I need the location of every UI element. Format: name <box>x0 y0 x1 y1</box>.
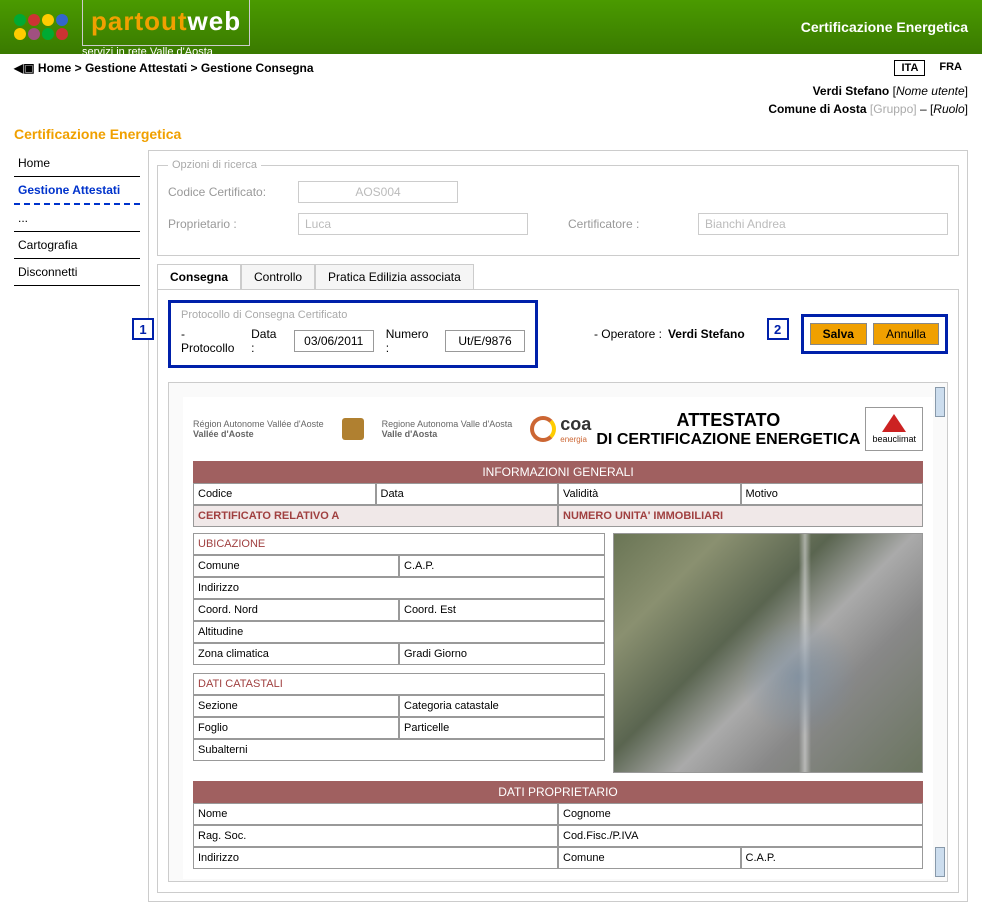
aerial-map-image <box>613 533 923 773</box>
group-line: Comune di Aosta [Gruppo] – [Ruolo] <box>0 100 982 118</box>
annotation-1: 1 <box>132 318 154 340</box>
sidebar-item-attestati[interactable]: Gestione Attestati <box>14 177 140 205</box>
tab-content: 1 Protocollo di Consegna Certificato - P… <box>157 290 959 893</box>
breadcrumb-home[interactable]: Home <box>38 61 71 75</box>
save-button[interactable]: Salva <box>810 323 867 345</box>
tab-pratica[interactable]: Pratica Edilizia associata <box>315 264 474 289</box>
logo-area: partoutweb servizi in rete Valle d'Aosta <box>14 0 250 58</box>
band-info: INFORMAZIONI GENERALI <box>193 461 923 483</box>
app-header: partoutweb servizi in rete Valle d'Aosta… <box>0 0 982 54</box>
page-subtitle: Certificazione Energetica <box>0 118 982 150</box>
codice-label: Codice Certificato: <box>168 185 278 199</box>
cell-numunita: NUMERO UNITA' IMMOBILIARI <box>558 505 923 527</box>
tabs: Consegna Controllo Pratica Edilizia asso… <box>157 264 959 290</box>
scroll-down-icon[interactable] <box>935 847 945 877</box>
cell-validita: Validità <box>558 483 741 505</box>
logo-dots <box>14 14 74 40</box>
cancel-button[interactable]: Annulla <box>873 323 939 345</box>
search-options: Opzioni di ricerca Codice Certificato: P… <box>157 159 959 256</box>
sidebar: Home Gestione Attestati ... Cartografia … <box>14 150 140 902</box>
breadcrumb: ◀▣ Home > Gestione Attestati > Gestione … <box>14 61 314 75</box>
breadcrumb-icon: ◀▣ <box>14 61 38 75</box>
header-title: Certificazione Energetica <box>801 19 968 35</box>
document-preview[interactable]: Région Autonome Vallée d'Aoste Vallée d'… <box>168 382 948 882</box>
beauclimat-logo: beauclimat <box>865 407 923 451</box>
language-switch: ITA FRA <box>894 60 968 76</box>
catastali-header: DATI CATASTALI <box>193 673 605 695</box>
data-input[interactable] <box>294 330 374 352</box>
user-line: Verdi Stefano [Nome utente] <box>0 82 982 100</box>
coat-of-arms-icon <box>342 418 364 440</box>
cell-codice: Codice <box>193 483 376 505</box>
button-area: Salva Annulla <box>801 314 948 354</box>
proprietario-label: Proprietario : <box>168 217 278 231</box>
cell-data: Data <box>376 483 559 505</box>
cell-relativo: CERTIFICATO RELATIVO A <box>193 505 558 527</box>
sidebar-item-home[interactable]: Home <box>14 150 140 177</box>
breadcrumb-l1[interactable]: Gestione Attestati <box>85 61 187 75</box>
main-panel: Opzioni di ricerca Codice Certificato: P… <box>148 150 968 902</box>
lang-ita[interactable]: ITA <box>894 60 925 76</box>
sidebar-item-more[interactable]: ... <box>14 205 140 232</box>
scroll-up-icon[interactable] <box>935 387 945 417</box>
sidebar-item-disconnetti[interactable]: Disconnetti <box>14 259 140 286</box>
breadcrumb-l2: Gestione Consegna <box>201 61 314 75</box>
protocol-legend: Protocollo di Consegna Certificato <box>181 309 525 321</box>
coa-logo: coaenergia <box>530 414 591 444</box>
lang-fra[interactable]: FRA <box>933 60 968 76</box>
tab-consegna[interactable]: Consegna <box>157 264 241 289</box>
cell-motivo: Motivo <box>741 483 924 505</box>
ubicazione-header: UBICAZIONE <box>193 533 605 555</box>
band-proprietario: DATI PROPRIETARIO <box>193 781 923 803</box>
certificatore-input[interactable] <box>698 213 948 235</box>
numero-label: Numero : <box>386 327 433 355</box>
protocol-box: Protocollo di Consegna Certificato - Pro… <box>168 300 538 368</box>
doc-header: Région Autonome Vallée d'Aoste Vallée d'… <box>193 407 923 451</box>
operatore-area: - Operatore : Verdi Stefano <box>594 327 745 341</box>
numero-input[interactable] <box>445 330 525 352</box>
certificatore-label: Certificatore : <box>568 217 678 231</box>
protocollo-label: - Protocollo <box>181 327 239 355</box>
data-label: Data : <box>251 327 282 355</box>
codice-input[interactable] <box>298 181 458 203</box>
annotation-2: 2 <box>767 318 789 340</box>
sidebar-item-cartografia[interactable]: Cartografia <box>14 232 140 259</box>
search-legend: Opzioni di ricerca <box>168 159 261 171</box>
proprietario-input[interactable] <box>298 213 528 235</box>
tab-controllo[interactable]: Controllo <box>241 264 315 289</box>
